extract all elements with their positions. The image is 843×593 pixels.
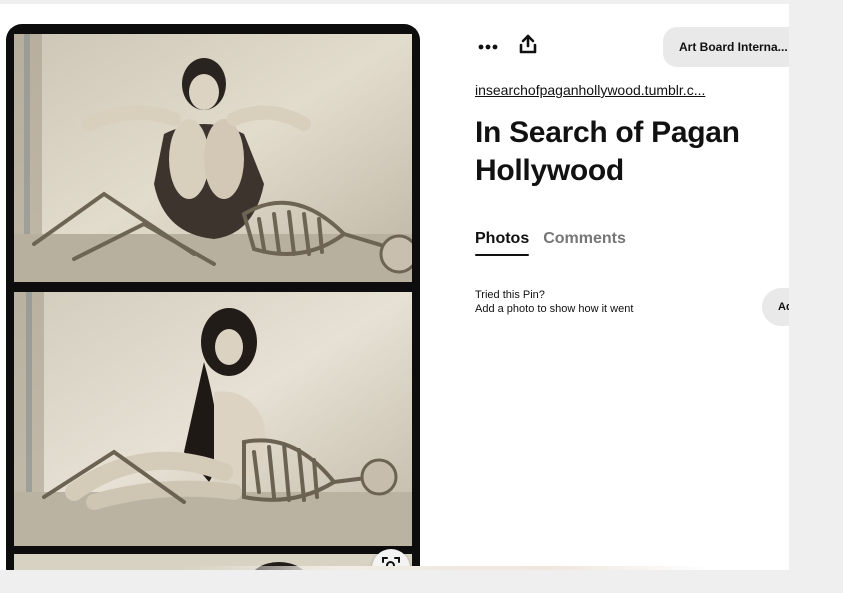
pin-image[interactable] xyxy=(6,24,420,570)
pin-toolbar xyxy=(470,28,550,64)
tried-pin-prompt: Tried this Pin? Add a photo to show how … xyxy=(475,288,633,316)
photo-panel-top xyxy=(14,34,412,282)
source-link[interactable]: insearchofpaganhollywood.tumblr.c... xyxy=(475,82,705,98)
board-select-dropdown[interactable]: Art Board Interna... xyxy=(663,27,789,67)
tried-pin-hint: Add a photo to show how it went xyxy=(475,303,634,315)
photo-panel-bottom xyxy=(14,292,412,546)
board-select-label: Art Board Interna... xyxy=(679,40,788,54)
tab-comments[interactable]: Comments xyxy=(543,230,626,256)
ellipsis-icon xyxy=(478,37,498,55)
share-button[interactable] xyxy=(510,28,546,64)
pin-title: In Search of Pagan Hollywood xyxy=(475,116,740,187)
page-gutter xyxy=(789,0,843,593)
add-photo-button[interactable]: Ad xyxy=(762,288,789,326)
pin-tabs: Photos Comments xyxy=(475,230,626,256)
pin-closeup-card: Art Board Interna... insearchofpaganholl… xyxy=(0,4,789,570)
tab-photos[interactable]: Photos xyxy=(475,230,530,256)
share-upload-icon xyxy=(519,34,537,59)
tried-pin-question: Tried this Pin? xyxy=(475,289,545,301)
page-bottom-strip xyxy=(0,570,843,593)
more-options-button[interactable] xyxy=(470,28,506,64)
add-photo-label: Ad xyxy=(778,301,789,313)
